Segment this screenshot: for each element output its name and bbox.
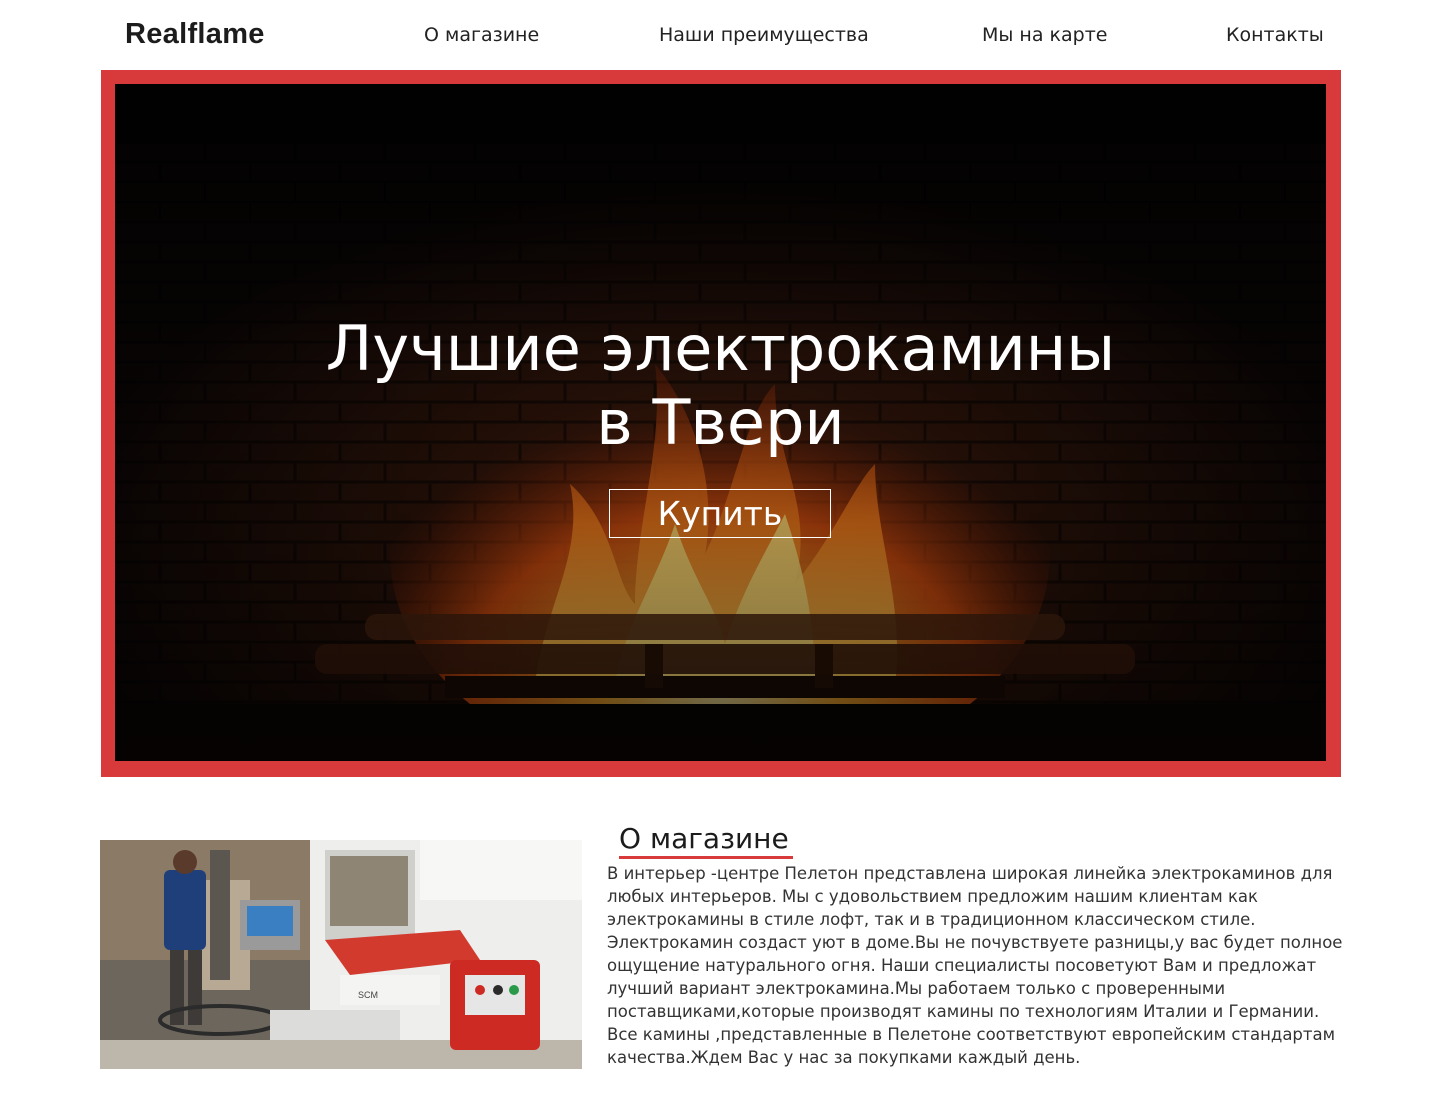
photo-brand-label: SCM [358, 990, 378, 1000]
about-heading-underline [619, 856, 793, 859]
hero-title: Лучшие электрокамины в Твери [115, 312, 1326, 460]
workshop-photo: SCM [100, 840, 582, 1069]
about-heading: О магазине [619, 822, 789, 855]
buy-button[interactable]: Купить [609, 489, 831, 538]
nav-link-about[interactable]: О магазине [424, 24, 539, 46]
nav-link-advantages[interactable]: Наши преимущества [659, 24, 869, 46]
hero-title-line-1: Лучшие электрокамины [325, 312, 1116, 385]
hero-title-line-2: в Твери [596, 386, 845, 459]
hero-banner: Лучшие электрокамины в Твери Купить [115, 84, 1326, 761]
about-text: В интерьер -центре Пелетон представлена … [607, 864, 1343, 1067]
workshop-photo-image: SCM [100, 840, 582, 1069]
nav-link-map[interactable]: Мы на карте [982, 24, 1107, 46]
nav-link-contacts[interactable]: Контакты [1226, 24, 1324, 46]
logo[interactable]: Realflame [125, 18, 265, 51]
site-header: Realflame О магазине Наши преимущества М… [0, 0, 1440, 72]
hero-frame: Лучшие электрокамины в Твери Купить [101, 70, 1341, 777]
